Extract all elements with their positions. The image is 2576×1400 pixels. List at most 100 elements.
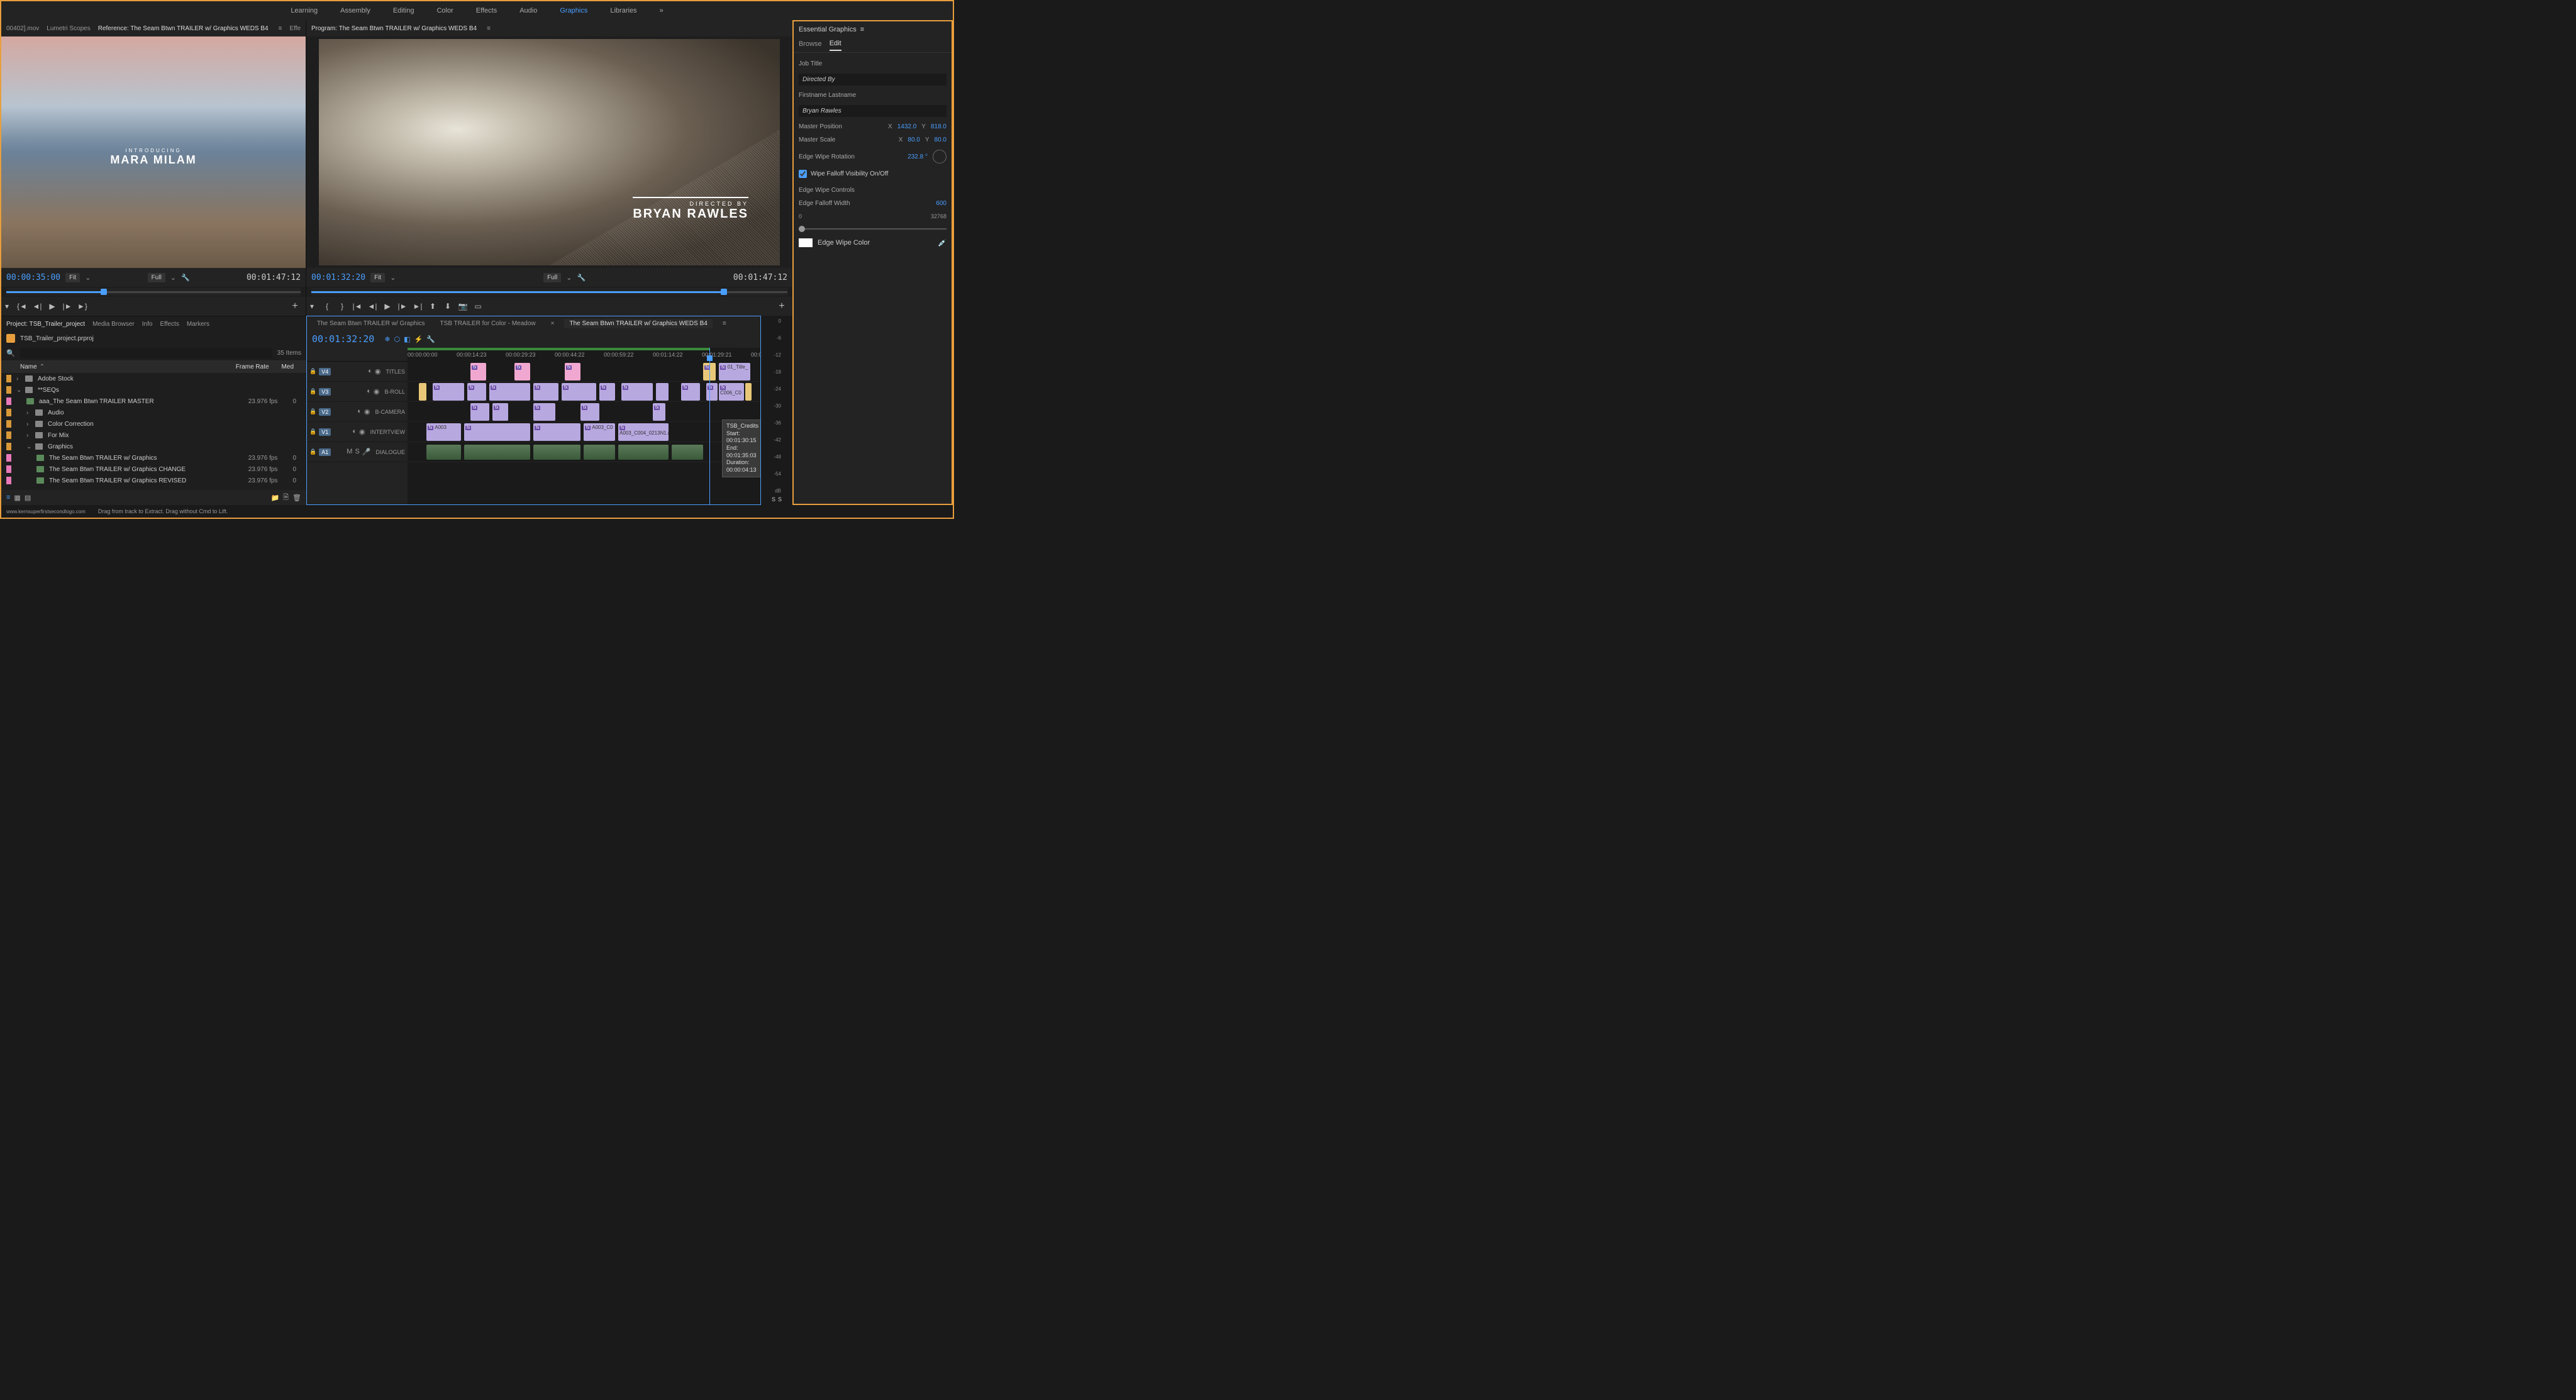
eg-falloff-width[interactable]: 600 (936, 200, 947, 207)
add-btn-icon[interactable]: + (776, 301, 787, 312)
track-header[interactable]: 🔒A1MS🎤DIALOGUE (307, 442, 408, 462)
solo-button[interactable]: S (772, 496, 775, 503)
program-preview[interactable]: DIRECTED BY BRYAN RAWLES (319, 39, 780, 265)
play-icon[interactable]: ▶ (382, 301, 393, 312)
bin-row[interactable]: aaa_The Seam Btwn TRAILER MASTER23.976 f… (1, 396, 306, 407)
bin-row[interactable]: ⌄**SEQs (1, 384, 306, 396)
source-preview[interactable]: INTRODUCING MARA MILAM (1, 36, 306, 268)
timeline-tracks[interactable]: 00:00:00:0000:00:14:2300:00:29:2300:00:4… (408, 348, 760, 504)
clip[interactable]: fx (621, 383, 653, 401)
audio-clip[interactable] (533, 445, 580, 460)
track-header[interactable]: 🔒V1◐◉INTERTVIEW (307, 422, 408, 442)
audio-clip[interactable] (426, 445, 461, 460)
source-scrubber[interactable] (6, 288, 301, 296)
program-fit-select[interactable]: Fit (370, 273, 385, 282)
source-tab-2[interactable]: Reference: The Seam Btwn TRAILER w/ Grap… (98, 25, 269, 32)
tl-tab-0[interactable]: The Seam Btwn TRAILER w/ Graphics (312, 319, 430, 328)
clip[interactable]: fx (681, 383, 700, 401)
lift-icon[interactable]: ⬆ (427, 301, 438, 312)
proj-tab-markers[interactable]: Markers (187, 321, 209, 328)
clip[interactable]: fx (464, 423, 530, 441)
audio-clip[interactable] (618, 445, 669, 460)
tl-tab-1[interactable]: TSB TRAILER for Color - Meadow (435, 319, 541, 328)
ws-color[interactable]: Color (431, 4, 458, 17)
ws-graphics[interactable]: Graphics (555, 4, 592, 17)
step-fwd-icon[interactable]: |► (62, 301, 73, 312)
bin-row[interactable]: The Seam Btwn TRAILER w/ Graphics REVISE… (1, 475, 306, 486)
add-button-icon[interactable]: + (289, 301, 301, 312)
program-menu-icon[interactable]: ≡ (487, 25, 491, 32)
clip[interactable]: fx A003 (426, 423, 461, 441)
link-icon[interactable]: ⬡ (394, 335, 401, 343)
clip[interactable]: fx (533, 403, 555, 421)
export-frame-icon[interactable]: 📷 (457, 301, 469, 312)
in-icon[interactable]: { (321, 301, 333, 312)
bin-row[interactable]: ⌄Graphics (1, 441, 306, 452)
clip[interactable]: fx A003_C004_0213N1.m (618, 423, 669, 441)
bin-row[interactable]: ›Adobe Stock (1, 373, 306, 384)
wrench-icon[interactable]: 🔧 (426, 335, 435, 343)
new-bin-icon[interactable]: 📁 (270, 494, 279, 502)
clip[interactable]: fx (514, 363, 530, 381)
bin-row[interactable]: ›Color Correction (1, 418, 306, 430)
clip[interactable]: fx (470, 363, 486, 381)
play-icon[interactable]: ▶ (47, 301, 58, 312)
clip[interactable]: fx (599, 383, 615, 401)
out-point-icon[interactable]: ►} (77, 301, 88, 312)
clip[interactable]: fx (492, 403, 508, 421)
solo-button[interactable]: S (778, 496, 782, 503)
clip[interactable]: fx (580, 403, 599, 421)
out-icon[interactable]: } (336, 301, 348, 312)
clip[interactable]: fx (706, 383, 718, 401)
list-view-icon[interactable]: ≡ (6, 494, 10, 501)
eg-falloff-slider[interactable] (799, 228, 947, 230)
step-back-icon[interactable]: ◄| (31, 301, 43, 312)
source-fit-select[interactable]: Fit (65, 273, 80, 282)
bin-list[interactable]: ›Adobe Stock⌄**SEQsaaa_The Seam Btwn TRA… (1, 373, 306, 490)
wrench-icon[interactable]: 🔧 (577, 274, 586, 282)
marker-icon[interactable]: ▾ (1, 301, 13, 312)
proj-tab-info[interactable]: Info (142, 321, 153, 328)
program-timecode[interactable]: 00:01:32:20 (311, 273, 365, 282)
clip[interactable]: fx (433, 383, 464, 401)
track-header[interactable]: 🔒V3◐◉B-ROLL (307, 382, 408, 402)
step-back-icon[interactable]: ◄| (367, 301, 378, 312)
bin-row[interactable]: ›Audio (1, 407, 306, 418)
playhead[interactable] (709, 348, 710, 504)
source-full-select[interactable]: Full (148, 273, 165, 282)
marker-icon[interactable]: ▾ (306, 301, 318, 312)
ws-libraries[interactable]: Libraries (605, 4, 641, 17)
goto-out-icon[interactable]: ►| (412, 301, 423, 312)
eg-rotation-val[interactable]: 232.8 ° (908, 153, 928, 160)
source-tab-3[interactable]: Effe (289, 25, 301, 32)
settings-icon[interactable]: ⚡ (414, 335, 423, 343)
audio-clip[interactable] (464, 445, 530, 460)
clip[interactable]: fx (533, 383, 558, 401)
eg-falloff-checkbox[interactable] (799, 170, 807, 178)
eg-scale-x[interactable]: 80.0 (908, 136, 919, 143)
clip[interactable]: fx (562, 383, 596, 401)
eg-job-title-input[interactable] (799, 74, 947, 86)
track-header[interactable]: 🔒V2◐◉B-CAMERA (307, 402, 408, 422)
audio-clip[interactable] (672, 445, 703, 460)
audio-clip[interactable] (584, 445, 615, 460)
col-framerate[interactable]: Frame Rate (236, 364, 269, 370)
marker-opt-icon[interactable]: ◧ (404, 335, 410, 343)
proj-tab-media[interactable]: Media Browser (92, 321, 135, 328)
clip[interactable]: fx (565, 363, 580, 381)
col-name[interactable]: Name (20, 364, 37, 370)
eg-pos-x[interactable]: 1432.0 (897, 123, 917, 130)
ws-learning[interactable]: Learning (286, 4, 323, 17)
project-search-input[interactable] (20, 348, 272, 358)
in-point-icon[interactable]: {◄ (16, 301, 28, 312)
new-item-icon[interactable]: 🗎 (283, 492, 289, 504)
icon-view-icon[interactable]: ▦ (14, 494, 20, 502)
clip[interactable]: fx C006_C0 (719, 383, 744, 401)
wrench-icon[interactable]: 🔧 (181, 274, 190, 282)
clip[interactable]: fx (470, 403, 489, 421)
col-med[interactable]: Med (282, 364, 294, 370)
eg-name-input[interactable] (799, 105, 947, 117)
program-tab[interactable]: Program: The Seam Btwn TRAILER w/ Graphi… (311, 25, 477, 32)
eyedropper-icon[interactable]: 💉 (938, 239, 947, 247)
trash-icon[interactable]: 🗑 (292, 494, 301, 502)
